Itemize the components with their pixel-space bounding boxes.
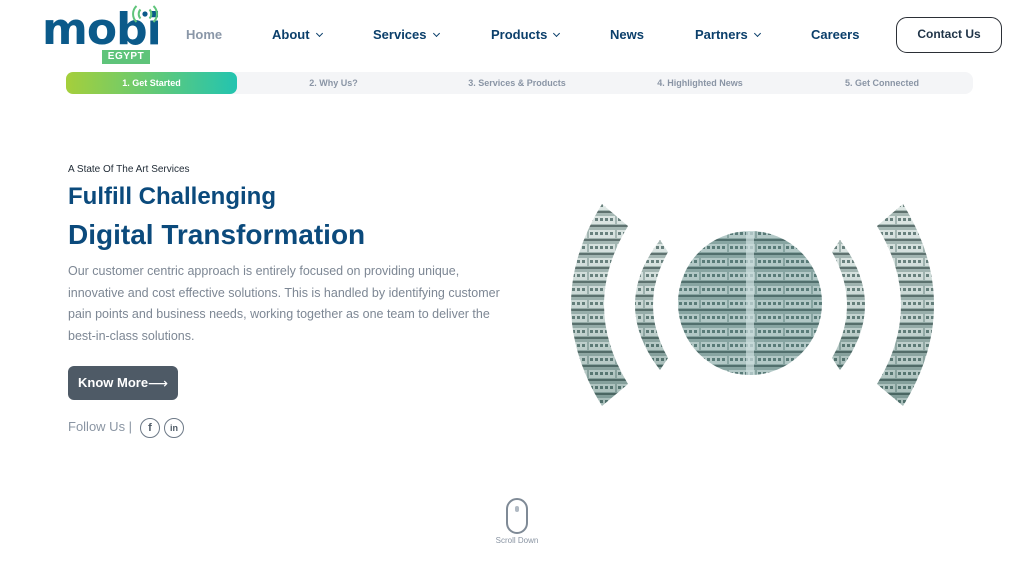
linkedin-icon[interactable]: in xyxy=(164,418,184,438)
arrow-right-icon: ⟶ xyxy=(147,375,168,391)
know-more-label: Know More xyxy=(78,375,149,390)
step-get-started[interactable]: 1. Get Started xyxy=(66,72,237,94)
hero-description: Our customer centric approach is entirel… xyxy=(68,264,500,343)
nav-item-label: Home xyxy=(186,27,223,42)
hero-title-line1: Fulfill Challenging xyxy=(68,183,276,210)
know-more-button[interactable]: Know More ⟶ xyxy=(68,366,178,400)
facebook-icon[interactable]: f xyxy=(140,418,160,438)
chevron-down-icon xyxy=(553,29,561,38)
nav-item-label: About xyxy=(272,27,310,42)
step-why-us[interactable]: 2. Why Us? xyxy=(276,72,391,94)
nav-item-label: News xyxy=(610,27,644,42)
nav-item-label: Partners xyxy=(695,27,748,42)
main-nav: Home About Services Products News Partne… xyxy=(0,17,1024,53)
chevron-down-icon xyxy=(432,29,440,38)
mouse-icon[interactable] xyxy=(506,498,528,534)
follow-us-label: Follow Us | xyxy=(68,419,133,434)
chevron-down-icon xyxy=(753,29,761,38)
hero-title-line2: Digital Transformation xyxy=(68,219,366,250)
nav-item-products[interactable]: Products xyxy=(491,17,561,53)
step-get-connected[interactable]: 5. Get Connected xyxy=(826,72,938,94)
hero-eyebrow: A State Of The Art Services xyxy=(68,164,190,175)
nav-item-news[interactable]: News xyxy=(610,17,644,53)
nav-item-about[interactable]: About xyxy=(272,17,323,53)
step-highlighted-news[interactable]: 4. Highlighted News xyxy=(641,72,759,94)
steps-progress-bar: 1. Get Started 2. Why Us? 3. Services & … xyxy=(66,72,973,94)
server-signal-graphic xyxy=(571,204,934,406)
chevron-down-icon xyxy=(315,29,323,38)
step-services-products[interactable]: 3. Services & Products xyxy=(451,72,583,94)
nav-item-label: Services xyxy=(373,27,427,42)
mouse-wheel xyxy=(515,506,519,512)
contact-us-button[interactable]: Contact Us xyxy=(896,17,1002,53)
nav-item-label: Careers xyxy=(811,27,860,42)
nav-item-label: Products xyxy=(491,27,548,42)
scroll-down-label[interactable]: Scroll Down xyxy=(486,536,548,545)
nav-item-partners[interactable]: Partners xyxy=(695,17,761,53)
nav-item-careers[interactable]: Careers xyxy=(811,17,859,53)
nav-item-home[interactable]: Home xyxy=(186,17,222,53)
nav-item-services[interactable]: Services xyxy=(373,17,440,53)
